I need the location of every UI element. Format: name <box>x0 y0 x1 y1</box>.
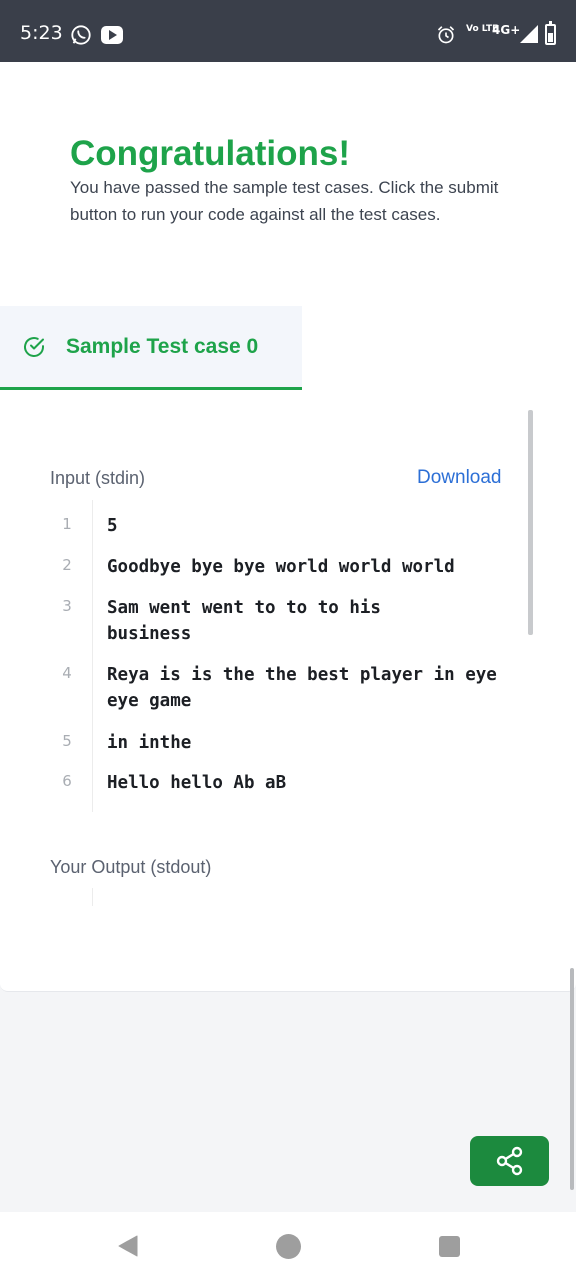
status-bar: 5:23 Vo LTE 4G+ <box>0 0 576 62</box>
input-label: Input (stdin) <box>50 468 146 488</box>
code-line: in inthe <box>107 733 192 753</box>
code-line: Sam went went to to to his business <box>107 598 392 644</box>
status-time: 5:23 <box>20 22 63 44</box>
line-number: 5 <box>62 732 72 750</box>
code-line: Reya is is the the best player in eye ey… <box>107 665 508 711</box>
home-icon[interactable] <box>276 1234 301 1259</box>
download-link[interactable]: Download <box>417 467 502 489</box>
code-line: Goodbye bye bye world world world <box>107 557 455 577</box>
network-type: 4G+ <box>492 23 521 37</box>
youtube-icon <box>101 26 123 44</box>
system-nav-bar <box>0 1212 576 1280</box>
tab-sample-test-case-0[interactable]: Sample Test case 0 <box>0 306 302 390</box>
scrollbar[interactable] <box>528 410 533 635</box>
share-button[interactable] <box>470 1136 549 1186</box>
code-line: 5 <box>107 516 118 536</box>
alarm-icon <box>437 26 455 44</box>
line-number: 6 <box>62 772 72 790</box>
output-label: Your Output (stdout) <box>50 857 212 877</box>
check-circle-icon <box>24 337 44 357</box>
output-gutter <box>92 888 93 906</box>
page-scrollbar[interactable] <box>570 968 574 1190</box>
battery-icon <box>545 21 556 45</box>
share-icon <box>496 1146 523 1176</box>
line-number: 4 <box>62 664 72 682</box>
result-card: Congratulations! You have passed the sam… <box>0 62 576 992</box>
line-number: 3 <box>62 597 72 615</box>
back-icon[interactable] <box>116 1234 140 1258</box>
congrats-message: You have passed the sample test cases. C… <box>70 178 499 224</box>
line-number: 2 <box>62 556 72 574</box>
recent-apps-icon[interactable] <box>439 1236 460 1257</box>
line-number: 1 <box>62 515 72 533</box>
signal-icon <box>520 25 538 43</box>
code-line: Hello hello Ab aB <box>107 773 287 793</box>
code-gutter <box>92 500 93 812</box>
tab-label: Sample Test case 0 <box>66 335 259 358</box>
congrats-title: Congratulations! <box>70 134 350 173</box>
whatsapp-icon <box>71 25 91 45</box>
